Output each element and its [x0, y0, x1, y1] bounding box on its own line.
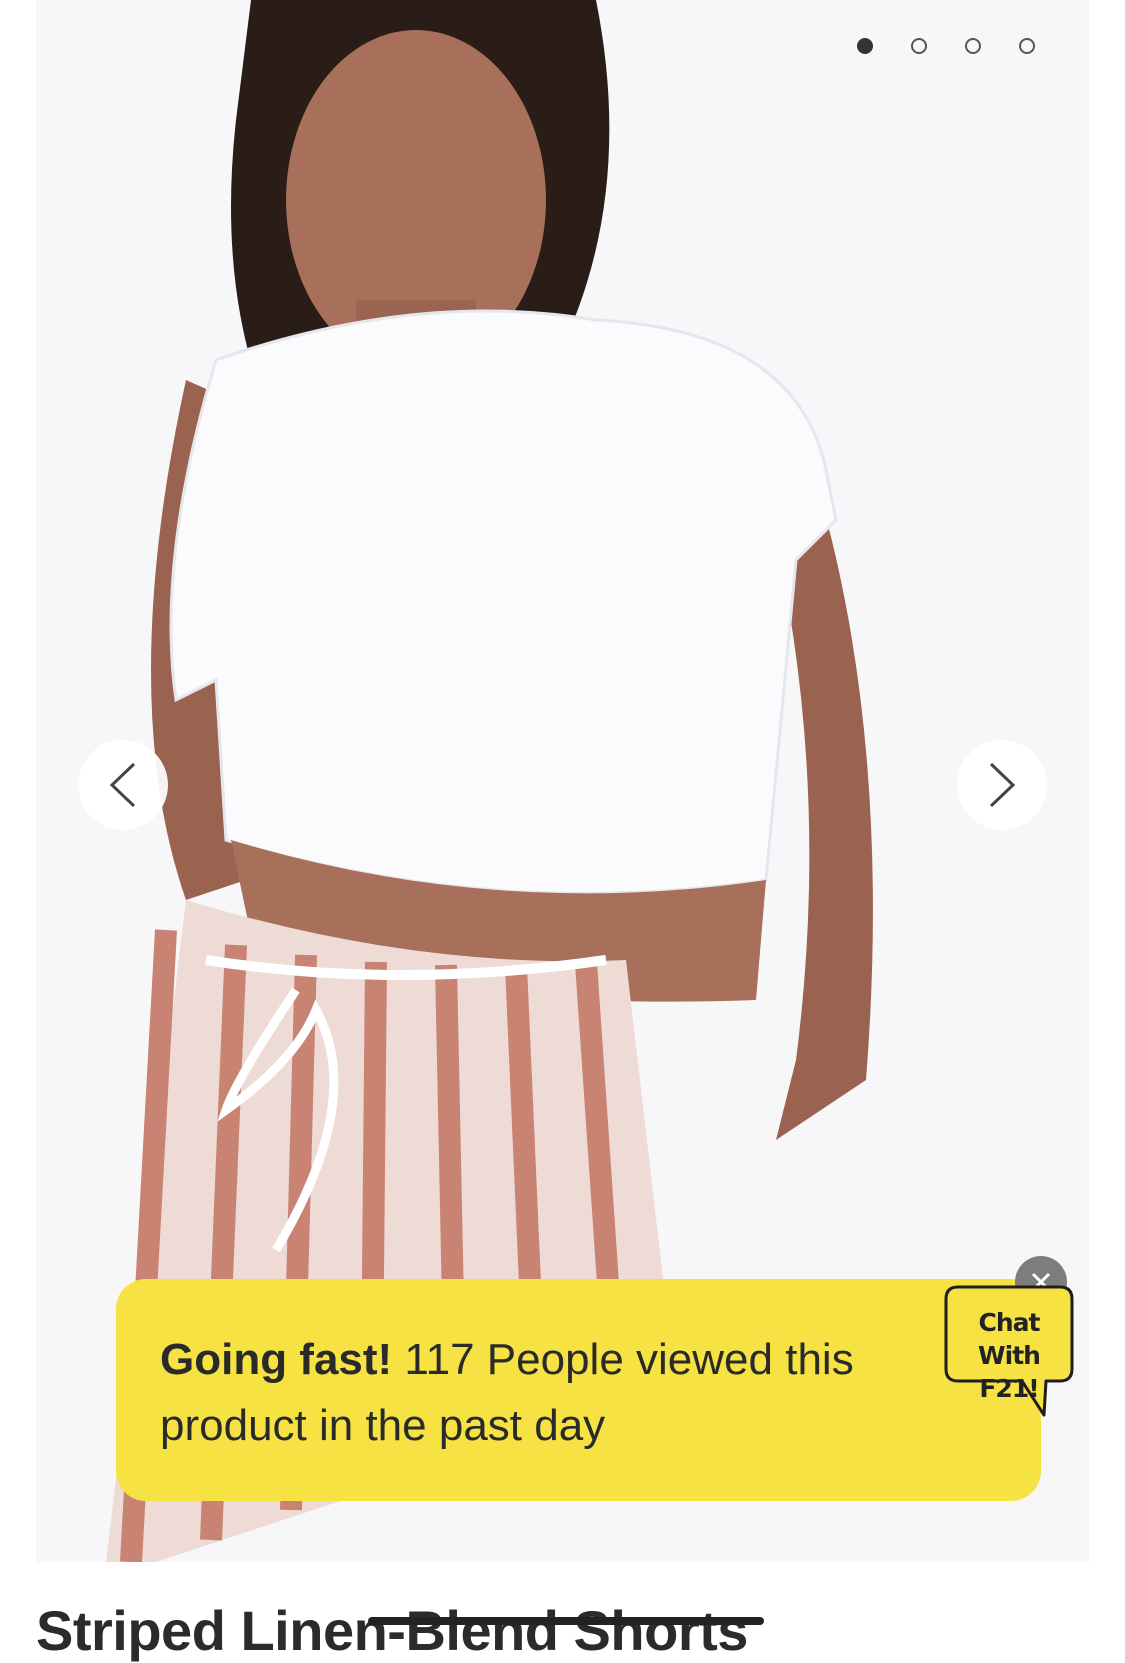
carousel-dot-3[interactable]: [965, 38, 981, 54]
urgency-banner: Going fast! 117 People viewed this produ…: [116, 1279, 1041, 1501]
chat-label-line1: Chat With: [978, 1308, 1041, 1370]
chevron-left-icon: [109, 762, 136, 808]
carousel-pagination: [857, 38, 1035, 54]
carousel-dot-4[interactable]: [1019, 38, 1035, 54]
chevron-right-icon: [989, 762, 1016, 808]
chat-with-f21-button[interactable]: Chat With F21!: [942, 1283, 1076, 1419]
chat-label-line2: F21!: [979, 1374, 1039, 1403]
chat-label: Chat With F21!: [948, 1306, 1070, 1405]
carousel-dot-1[interactable]: [857, 38, 873, 54]
title-strike-line: [368, 1617, 764, 1625]
urgency-strong-text: Going fast!: [160, 1335, 393, 1384]
product-title: Striped Linen-Blend Shorts: [36, 1599, 748, 1662]
carousel-next-button[interactable]: [957, 740, 1047, 830]
carousel-prev-button[interactable]: [78, 740, 168, 830]
carousel-dot-2[interactable]: [911, 38, 927, 54]
